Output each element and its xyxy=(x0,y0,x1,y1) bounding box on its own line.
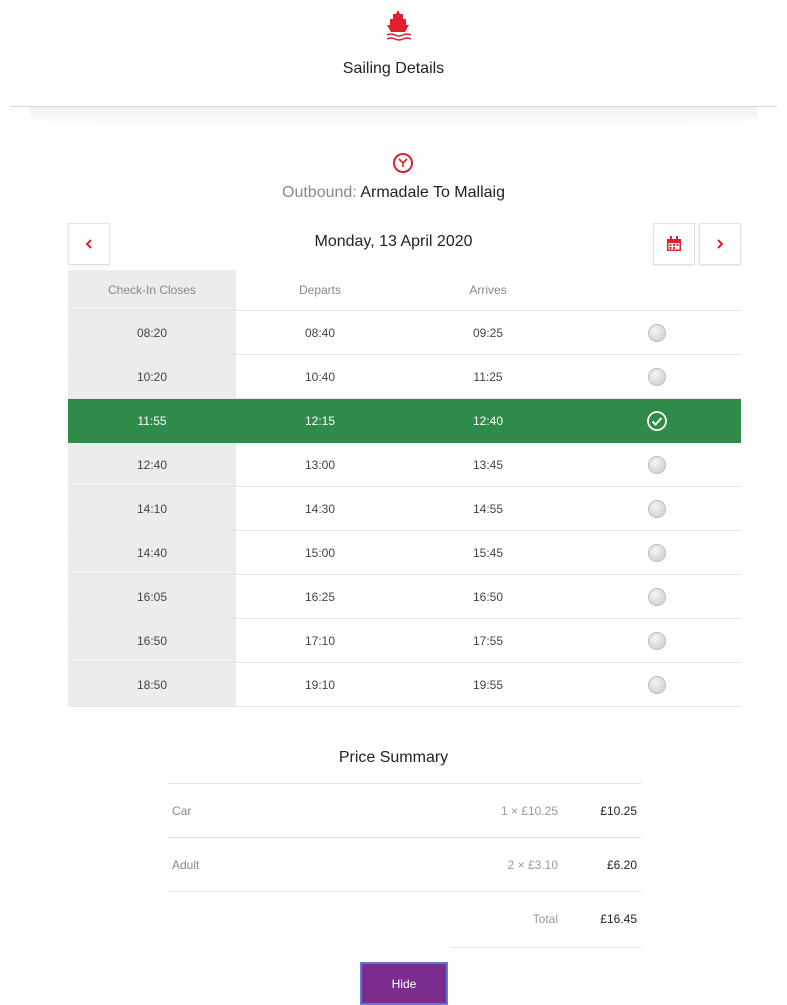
header-shadow xyxy=(30,107,757,129)
price-item-amount: £10.25 xyxy=(600,803,637,818)
depart-time: 19:10 xyxy=(304,677,336,692)
route-name: Armadale To Mallaig xyxy=(360,184,505,201)
clock-icon xyxy=(393,153,413,173)
price-total-label: Total xyxy=(532,911,558,926)
arrive-time: 16:50 xyxy=(472,589,504,604)
checkin-time: 14:10 xyxy=(68,487,236,530)
route-heading: Outbound: Armadale To Mallaig xyxy=(0,184,787,202)
ship-logo-icon xyxy=(386,10,412,41)
select-cell[interactable] xyxy=(572,443,741,486)
checkin-time: 08:20 xyxy=(68,311,236,354)
depart-time: 10:40 xyxy=(304,369,336,384)
table-body: 08:20 08:40 09:25 10:20 10:40 11:25 11:55 12:15… xyxy=(68,311,741,707)
calendar-icon xyxy=(667,236,681,251)
price-item-calc: 2 × £3.10 xyxy=(507,857,558,872)
chevron-right-icon xyxy=(717,239,724,249)
select-cell[interactable] xyxy=(572,311,741,354)
app-header: Sailing Details xyxy=(0,0,787,129)
price-row-adult: Adult 2 × £3.10 £6.20 xyxy=(168,837,641,891)
sailings-table: Check-In Closes Departs Arrives 08:20 08:… xyxy=(68,270,741,707)
radio-icon[interactable] xyxy=(647,367,666,386)
arrive-time: 11:25 xyxy=(473,369,503,384)
table-row[interactable]: 14:40 15:00 15:45 xyxy=(68,531,741,575)
arrive-time: 13:45 xyxy=(472,457,504,472)
table-header: Check-In Closes Departs Arrives xyxy=(68,270,741,311)
arrive-time: 17:55 xyxy=(472,633,504,648)
page-title: Sailing Details xyxy=(342,60,445,77)
table-row[interactable]: 16:05 16:25 16:50 xyxy=(68,575,741,619)
select-cell[interactable] xyxy=(572,399,741,442)
checkin-time: 16:05 xyxy=(68,575,236,618)
table-row[interactable]: 16:50 17:10 17:55 xyxy=(68,619,741,663)
arrive-time: 12:40 xyxy=(472,413,504,428)
header-departs: Departs xyxy=(298,283,342,297)
price-row-car: Car 1 × £10.25 £10.25 xyxy=(168,783,641,837)
price-item-name: Car xyxy=(172,803,192,818)
arrive-time: 09:25 xyxy=(472,325,504,340)
select-cell[interactable] xyxy=(572,575,741,618)
select-cell[interactable] xyxy=(572,619,741,662)
radio-icon[interactable] xyxy=(647,455,666,474)
hide-button[interactable]: Hide xyxy=(360,962,448,1005)
arrive-time: 15:45 xyxy=(472,545,504,560)
depart-time: 14:30 xyxy=(304,501,336,516)
depart-time: 15:00 xyxy=(304,545,336,560)
radio-icon[interactable] xyxy=(647,675,666,694)
checkin-time: 11:55 xyxy=(137,413,167,428)
price-total-amount: £16.45 xyxy=(600,911,637,926)
select-cell[interactable] xyxy=(572,355,741,398)
checkin-time: 10:20 xyxy=(68,355,236,398)
table-row[interactable]: 12:40 13:00 13:45 xyxy=(68,443,741,487)
select-cell[interactable] xyxy=(572,487,741,530)
radio-icon[interactable] xyxy=(647,323,666,342)
table-row[interactable]: 14:10 14:30 14:55 xyxy=(68,487,741,531)
table-row[interactable]: 08:20 08:40 09:25 xyxy=(68,311,741,355)
radio-icon[interactable] xyxy=(647,499,666,518)
depart-time: 12:15 xyxy=(304,413,336,428)
price-item-calc: 1 × £10.25 xyxy=(500,803,558,818)
header-select xyxy=(572,270,741,310)
depart-time: 17:10 xyxy=(304,633,336,648)
price-summary-table: Car 1 × £10.25 £10.25 Adult 2 × £3.10 £6… xyxy=(168,783,641,945)
select-cell[interactable] xyxy=(572,663,741,706)
price-summary-title: Price Summary xyxy=(338,749,449,766)
depart-time: 16:25 xyxy=(304,589,336,604)
checkin-time: 16:50 xyxy=(68,619,236,662)
table-row-selected[interactable]: 11:55 12:15 12:40 xyxy=(68,399,741,443)
direction-label: Outbound: xyxy=(282,184,357,201)
next-day-button[interactable] xyxy=(699,223,741,265)
select-cell[interactable] xyxy=(572,531,741,574)
checkin-time: 12:40 xyxy=(68,443,236,486)
check-circle-icon[interactable] xyxy=(646,410,668,432)
radio-icon[interactable] xyxy=(647,543,666,562)
header-arrives: Arrives xyxy=(469,283,507,297)
arrive-time: 19:55 xyxy=(472,677,504,692)
radio-icon[interactable] xyxy=(647,587,666,606)
depart-time: 13:00 xyxy=(304,457,336,472)
table-row[interactable]: 18:50 19:10 19:55 xyxy=(68,663,741,707)
calendar-button[interactable] xyxy=(653,223,695,265)
price-item-name: Adult xyxy=(172,857,200,872)
depart-time: 08:40 xyxy=(304,325,336,340)
radio-icon[interactable] xyxy=(647,631,666,650)
price-row-total: Total £16.45 xyxy=(168,891,641,945)
price-item-amount: £6.20 xyxy=(606,857,637,872)
total-divider xyxy=(452,947,641,948)
arrive-time: 14:55 xyxy=(472,501,504,516)
table-row[interactable]: 10:20 10:40 11:25 xyxy=(68,355,741,399)
checkin-time: 18:50 xyxy=(68,663,236,706)
header-checkin: Check-In Closes xyxy=(68,270,236,310)
checkin-time: 14:40 xyxy=(68,531,236,574)
